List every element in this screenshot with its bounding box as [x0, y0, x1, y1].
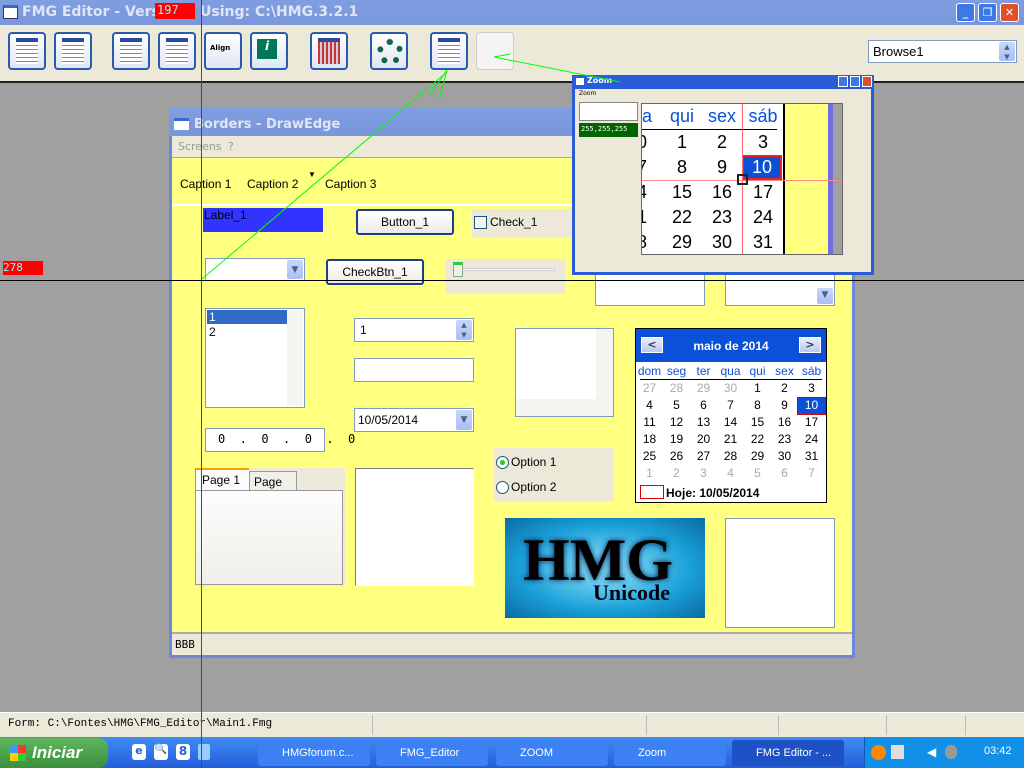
pointer-line	[493, 53, 511, 58]
pointer-line	[201, 71, 448, 280]
pointer-line	[429, 69, 448, 96]
pointer-lines	[201, 53, 621, 280]
pointer-line	[493, 56, 621, 83]
pointer-line	[439, 69, 448, 98]
